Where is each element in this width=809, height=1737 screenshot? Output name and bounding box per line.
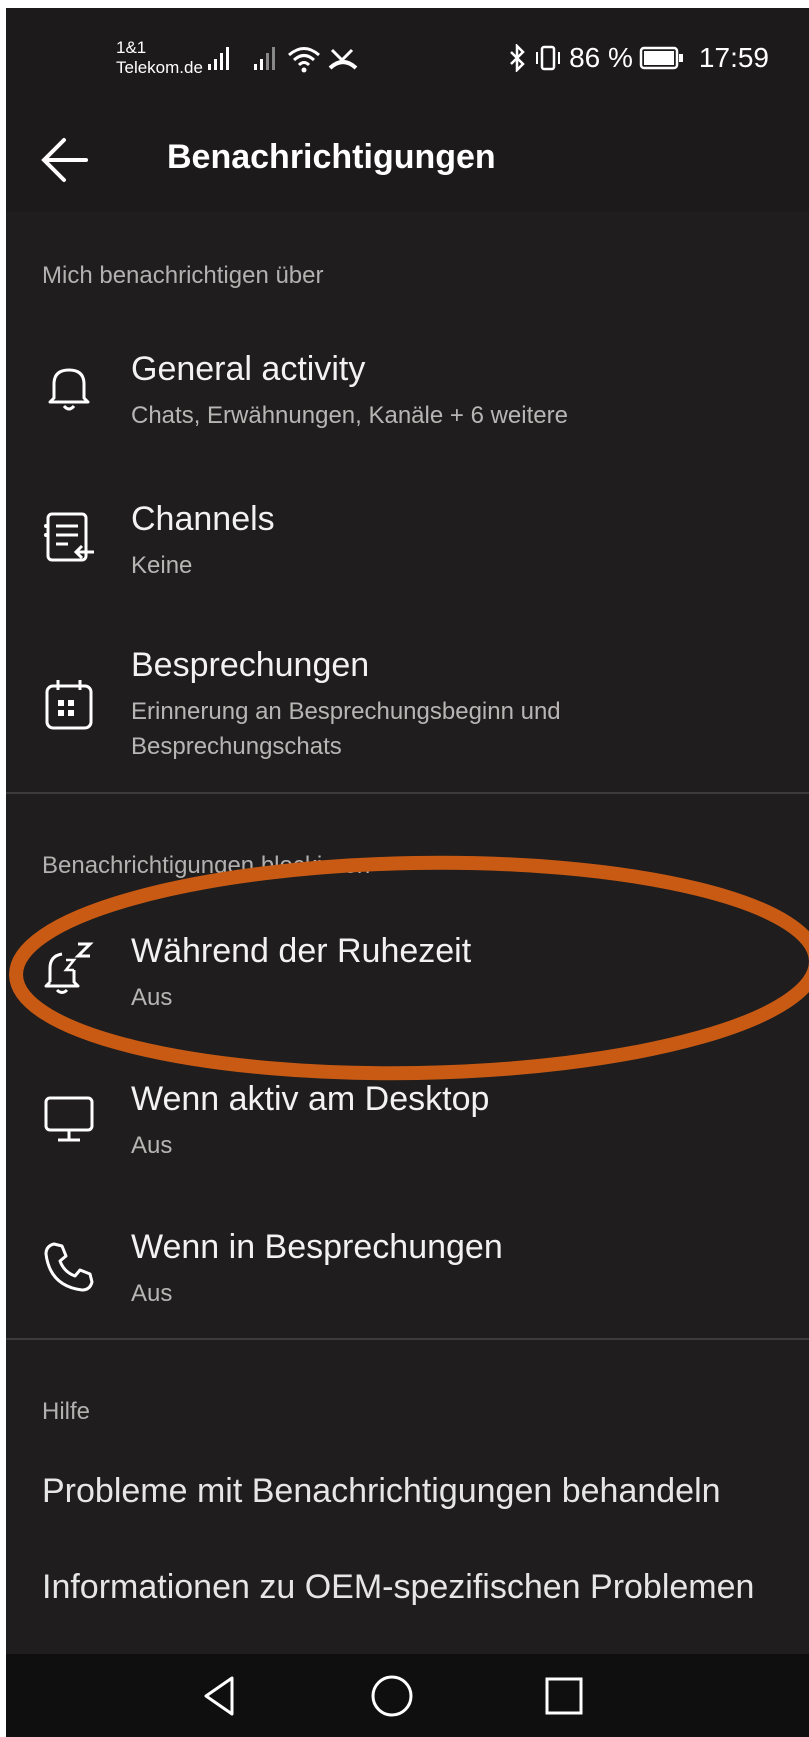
nav-home-icon[interactable] — [368, 1672, 416, 1720]
battery-percent: 86 % — [569, 42, 633, 73]
channels-icon — [44, 512, 94, 562]
status-bar: 1&1 Telekom.de 86 % 17:59 — [6, 8, 809, 106]
help-link-troubleshoot[interactable]: Probleme mit Benachrichtigungen behandel… — [42, 1468, 782, 1514]
clock: 17:59 — [698, 42, 769, 73]
back-arrow-icon[interactable] — [34, 128, 98, 192]
signal-icon — [208, 47, 229, 70]
list-item-channels[interactable]: Channels Keine — [6, 486, 809, 606]
list-item-meetings[interactable]: Besprechungen Erinnerung an Besprechungs… — [6, 634, 809, 784]
item-subtitle: Chats, Erwähnungen, Kanäle + 6 weitere — [131, 402, 568, 429]
phone-screen: 1&1 Telekom.de 86 % 17:59 Benachrichtigu… — [6, 8, 809, 1737]
carrier-label: 1&1 Telekom.de — [116, 38, 203, 78]
system-nav-bar — [6, 1654, 809, 1737]
battery-icon — [639, 46, 683, 70]
nav-back-icon[interactable] — [196, 1672, 244, 1720]
item-subtitle: Aus — [131, 1132, 173, 1159]
status-right: 86 % 17:59 — [507, 42, 769, 74]
quiet-bell-icon — [44, 942, 94, 994]
help-link-oem-info[interactable]: Informationen zu OEM-spezifischen Proble… — [42, 1564, 782, 1610]
missed-call-icon — [328, 48, 358, 70]
item-title: Wenn aktiv am Desktop — [131, 1080, 490, 1118]
item-subtitle: Aus — [131, 1280, 173, 1307]
list-item-in-meetings[interactable]: Wenn in Besprechungen Aus — [6, 1216, 809, 1336]
divider — [6, 792, 809, 794]
item-subtitle: Aus — [131, 984, 173, 1011]
wifi-icon — [288, 47, 320, 73]
list-item-quiet-hours[interactable]: Während der Ruhezeit Aus — [6, 920, 809, 1040]
item-title: General activity — [131, 350, 366, 388]
signal-icon-2 — [254, 47, 275, 70]
section-label-block: Benachrichtigungen blockieren — [42, 852, 371, 879]
item-subtitle-line1: Erinnerung an Besprechungsbeginn und — [131, 698, 561, 725]
item-subtitle-line2: Besprechungschats — [131, 733, 342, 760]
list-item-desktop-active[interactable]: Wenn aktiv am Desktop Aus — [6, 1068, 809, 1188]
bell-icon — [48, 368, 90, 411]
section-label-notify: Mich benachrichtigen über — [42, 262, 324, 289]
page-title: Benachrichtigungen — [167, 138, 496, 176]
desktop-icon — [44, 1096, 94, 1142]
nav-recents-icon[interactable] — [540, 1672, 588, 1720]
phone-icon — [44, 1242, 94, 1292]
divider — [6, 1338, 809, 1340]
item-subtitle: Keine — [131, 552, 193, 579]
vibrate-icon — [536, 45, 561, 71]
item-title: Wenn in Besprechungen — [131, 1228, 503, 1266]
item-title: Während der Ruhezeit — [131, 932, 472, 970]
item-title: Besprechungen — [131, 646, 370, 684]
app-bar: Benachrichtigungen — [6, 106, 809, 212]
list-item-general-activity[interactable]: General activity Chats, Erwähnungen, Kan… — [6, 338, 809, 458]
carrier-name: 1&1 — [116, 38, 147, 57]
item-title: Channels — [131, 500, 275, 538]
calendar-icon — [45, 680, 93, 730]
bluetooth-icon — [510, 44, 525, 72]
carrier-network: Telekom.de — [116, 58, 203, 77]
section-label-help: Hilfe — [42, 1398, 91, 1425]
